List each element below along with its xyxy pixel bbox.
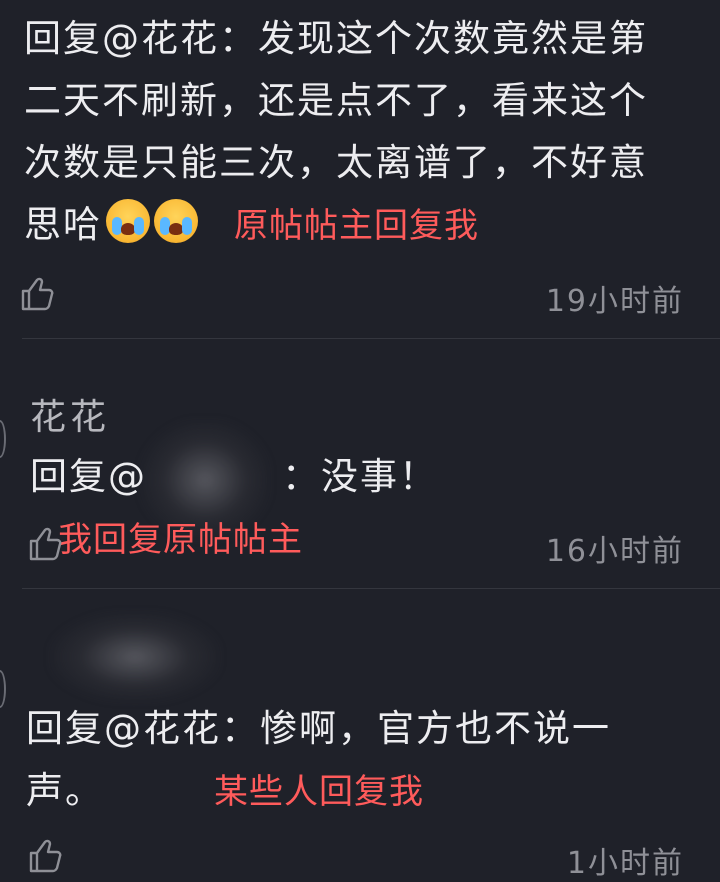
crying-face-emoji-icon [106, 199, 150, 243]
comment-1-body: 回复@花花：发现这个次数竟然是第 二天不刷新，还是点不了，看来这个 次数是只能三… [24, 8, 684, 257]
divider [22, 338, 720, 339]
comment-1-line-4-text: 思哈 [24, 203, 102, 246]
comment-3-line-1: 回复@花花：惨啊，官方也不说一 [26, 707, 611, 750]
thumbs-up-icon[interactable] [28, 838, 62, 874]
comment-3-time: 1小时前 [566, 846, 684, 881]
comment-1-line-1: 回复@花花：发现这个次数竟然是第 [24, 17, 648, 60]
comment-3-line-2-text: 声。 [26, 769, 104, 812]
comment-1-time: 19小时前 [545, 284, 684, 319]
thumbs-up-icon[interactable] [28, 526, 62, 562]
comment-2-time: 16小时前 [545, 534, 684, 569]
comment-1-annotation: 原帖帖主回复我 [234, 206, 479, 246]
comment-3-actions: 1小时前 [28, 838, 684, 881]
avatar-edge [0, 670, 6, 708]
comment-2-reply-suffix: ：没事！ [282, 455, 438, 498]
comment-3-line-2: 声。 某些人回复我 [26, 760, 686, 823]
crying-face-emoji-icon [154, 199, 198, 243]
comment-3-annotation: 某些人回复我 [214, 772, 424, 812]
divider [22, 588, 720, 589]
comment-1-line-3: 次数是只能三次，太离谱了，不好意 [24, 141, 648, 184]
comment-1-line-2: 二天不刷新，还是点不了，看来这个 [24, 79, 648, 122]
comment-2-reply-prefix: 回复@ [30, 455, 147, 498]
redacted-username-blur [50, 612, 220, 702]
comment-1-actions: 19小时前 [20, 276, 684, 319]
comment-2-author[interactable]: 花花 [30, 388, 110, 440]
comment-3-body: 回复@花花：惨啊，官方也不说一 声。 某些人回复我 [26, 698, 686, 823]
avatar-edge [0, 420, 6, 458]
comment-1-line-4: 思哈 原帖帖主回复我 [24, 194, 684, 257]
thumbs-up-icon[interactable] [20, 276, 54, 312]
comment-2-actions: 16小时前 [28, 526, 684, 569]
